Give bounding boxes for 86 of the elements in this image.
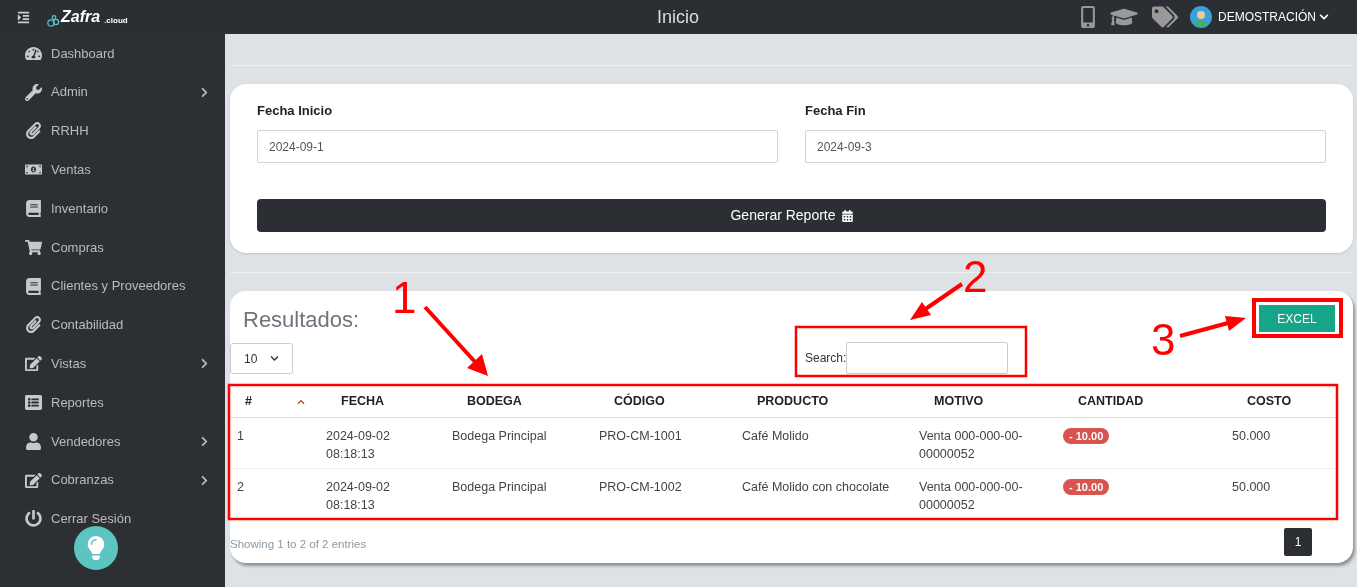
sidebar-item[interactable]: Dashboard — [0, 34, 225, 73]
table-cell: PRO-CM-1002 — [599, 480, 682, 494]
page-title: Inicio — [657, 5, 700, 29]
table-cell: Venta 000-000-00-00000052 — [919, 480, 1023, 512]
edit-icon — [25, 471, 42, 489]
annotation-number: 1 — [392, 276, 417, 320]
avatar-icon[interactable] — [1190, 6, 1212, 28]
chevron-down-icon — [270, 354, 279, 363]
table-cell: 2024-09-02 08:18:13 — [326, 429, 390, 461]
date-field[interactable]: 2024-09-3 — [805, 130, 1326, 163]
date-field[interactable]: 2024-09-1 — [257, 130, 778, 163]
sidebar-item[interactable]: Cerrar Sesión — [0, 499, 225, 539]
column-header[interactable]: CÓDIGO — [614, 394, 665, 409]
sidebar-item[interactable]: Contabilidad — [0, 305, 225, 345]
annotation-number: 3 — [1151, 318, 1176, 362]
paperclip-icon — [25, 316, 42, 334]
page-size-select[interactable]: 10 — [230, 343, 293, 374]
column-header[interactable]: PRODUCTO — [757, 394, 829, 409]
paperclip-icon — [25, 122, 42, 140]
table-cell: PRO-CM-1001 — [599, 429, 682, 443]
tags-icon[interactable] — [1152, 6, 1178, 28]
field-label: Fecha Fin — [805, 102, 867, 119]
search-field[interactable] — [846, 342, 1009, 374]
sidebar-item[interactable]: Cobranzas — [0, 460, 225, 500]
annotation-arrow — [910, 282, 964, 320]
sidebar-item[interactable]: Inventario — [0, 189, 225, 228]
chevron-right-icon — [200, 86, 209, 98]
chevron-down-icon — [1319, 12, 1329, 22]
sidebar-item[interactable]: Vendedores — [0, 421, 225, 461]
book-icon — [25, 200, 42, 218]
search-label: Search: — [805, 350, 847, 367]
quantity-badge: - 10.00 — [1063, 428, 1110, 444]
help-button[interactable] — [74, 526, 118, 570]
column-header[interactable]: # — [245, 394, 252, 409]
gauge-icon — [25, 44, 42, 62]
table-cell: 2024-09-02 08:18:13 — [326, 480, 390, 512]
user-icon — [25, 432, 42, 450]
logo-bubbles-icon — [47, 15, 60, 27]
column-header[interactable]: COSTO — [1247, 394, 1292, 409]
chevron-right-icon — [200, 474, 209, 486]
table-cell: 50.000 — [1232, 480, 1271, 494]
logo-suffix: .cloud — [104, 15, 128, 27]
sidebar-item[interactable]: RRHH — [0, 111, 225, 151]
sidebar-item[interactable]: Reportes — [0, 383, 225, 422]
graduation-cap-icon[interactable] — [1110, 6, 1138, 28]
sidebar-item[interactable]: Ventas — [0, 150, 225, 190]
page-button[interactable]: 1 — [1284, 528, 1312, 556]
table-cell: Bodega Principal — [452, 480, 547, 494]
sidebar-item[interactable]: Clientes y Proveedores — [0, 266, 225, 306]
column-header[interactable]: CANTIDAD — [1078, 394, 1144, 409]
annotation-number: 2 — [963, 255, 988, 299]
annotation-arrow — [1179, 316, 1246, 338]
user-menu[interactable]: DEMOSTRACIÓN — [1218, 8, 1329, 26]
table-cell: 1 — [237, 429, 244, 443]
sidebar-item[interactable]: Vistas — [0, 344, 225, 384]
column-header[interactable]: FECHA — [341, 394, 385, 409]
results-title: Resultados: — [243, 307, 361, 333]
table-cell: 50.000 — [1232, 429, 1271, 443]
entries-info: Showing 1 to 2 of 2 entries — [230, 537, 367, 553]
field-label: Fecha Inicio — [257, 102, 334, 119]
menu-icon[interactable] — [17, 10, 30, 24]
table-cell: 2 — [237, 480, 244, 494]
wrench-icon — [25, 83, 42, 101]
chevron-right-icon — [200, 358, 209, 370]
annotation-arrow — [423, 305, 488, 376]
column-header[interactable]: BODEGA — [467, 394, 522, 409]
book-icon — [25, 277, 42, 295]
table-cell: Bodega Principal — [452, 429, 547, 443]
chevron-right-icon — [200, 435, 209, 447]
table-cell: Café Molido — [742, 429, 809, 443]
table-cell: Venta 000-000-00-00000052 — [919, 429, 1023, 461]
generate-report-button[interactable]: Generar Reporte — [257, 199, 1326, 232]
cart-icon — [25, 238, 42, 256]
lightbulb-icon — [87, 536, 105, 560]
column-header[interactable]: MOTIVO — [934, 394, 984, 409]
sidebar-item[interactable]: Admin — [0, 72, 225, 112]
edit-icon — [25, 355, 42, 373]
quantity-badge: - 10.00 — [1063, 479, 1110, 495]
sidebar-item[interactable]: Compras — [0, 228, 225, 267]
sort-icon[interactable] — [296, 397, 306, 406]
power-icon — [25, 510, 42, 528]
phone-icon[interactable] — [1080, 6, 1096, 28]
table-cell: Café Molido con chocolate — [742, 480, 890, 494]
list-icon — [25, 394, 42, 412]
calendar-icon — [841, 209, 853, 222]
logo-text: Zafra — [61, 7, 101, 27]
